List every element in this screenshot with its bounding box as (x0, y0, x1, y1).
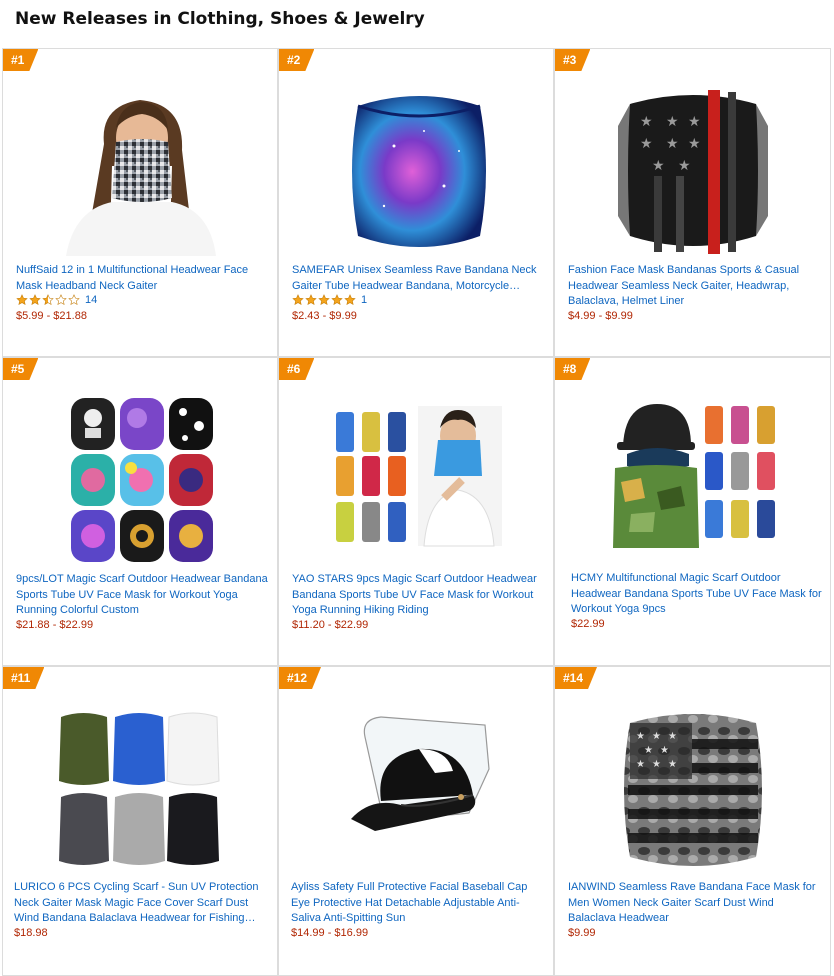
rank-badge: #1 (3, 49, 38, 71)
rank-badge: #6 (279, 358, 314, 380)
star-rating-5 (292, 294, 356, 306)
product-title[interactable]: NuffSaid 12 in 1 Multifunctional Headwea… (16, 263, 268, 294)
svg-text:★: ★ (668, 731, 677, 742)
page-title: New Releases in Clothing, Shoes & Jewelr… (15, 9, 425, 29)
svg-text:★: ★ (688, 135, 701, 151)
product-image[interactable] (334, 406, 502, 556)
rating[interactable]: 1 (292, 294, 367, 306)
product-image[interactable] (344, 86, 494, 256)
product-card[interactable]: #1 NuffSaid 12 in 1 Multifunctional Head… (2, 48, 278, 357)
star-full-icon (29, 294, 41, 306)
product-title[interactable]: 9pcs/LOT Magic Scarf Outdoor Headwear Ba… (16, 572, 268, 619)
product-image[interactable] (67, 396, 217, 564)
star-full-icon (16, 294, 28, 306)
svg-text:★: ★ (668, 759, 677, 770)
svg-text:★: ★ (636, 759, 645, 770)
svg-text:★: ★ (652, 157, 665, 173)
product-card[interactable]: #14 ★ ★ ★ ★ ★ ★ ★ ★ IANWIND Seamless Rave Banda… (554, 666, 831, 976)
svg-text:★: ★ (666, 135, 679, 151)
star-half-icon (42, 294, 54, 306)
product-title[interactable]: SAMEFAR Unisex Seamless Rave Bandana Nec… (292, 263, 544, 294)
rating-count[interactable]: 1 (361, 294, 367, 306)
page: New Releases in Clothing, Shoes & Jewelr… (0, 0, 834, 976)
star-rating-2-5 (16, 294, 80, 306)
star-full-icon (305, 294, 317, 306)
product-title[interactable]: Ayliss Safety Full Protective Facial Bas… (291, 880, 547, 927)
star-full-icon (331, 294, 343, 306)
product-card[interactable]: #5 9pcs/LOT Magic Scarf Outdoor Headwear… (2, 357, 278, 666)
product-title[interactable]: YAO STARS 9pcs Magic Scarf Outdoor Headw… (292, 572, 544, 619)
product-image[interactable]: ★ ★ ★ ★ ★ ★ ★ ★ (618, 705, 768, 873)
product-title[interactable]: IANWIND Seamless Rave Bandana Face Mask … (568, 880, 822, 927)
rank-badge: #11 (3, 667, 44, 689)
star-full-icon (292, 294, 304, 306)
svg-text:★: ★ (666, 113, 679, 129)
rank-badge: #14 (555, 667, 597, 689)
product-price: $9.99 (568, 927, 596, 939)
svg-text:★: ★ (640, 113, 653, 129)
product-card[interactable]: #3 ★ ★ ★ ★ ★ ★ ★ ★ Fashion Face Mask Bandanas S… (554, 48, 831, 357)
product-image[interactable] (611, 402, 779, 552)
product-image[interactable] (60, 86, 220, 256)
product-card[interactable]: #11 LURICO 6 PCS Cycling Scarf - Sun UV … (2, 666, 278, 976)
svg-text:★: ★ (678, 157, 691, 173)
product-image[interactable]: ★★★★★★★★ (618, 86, 768, 256)
rank-badge: #5 (3, 358, 38, 380)
rating-count[interactable]: 14 (85, 294, 97, 306)
svg-text:★: ★ (652, 731, 661, 742)
rank-badge: #8 (555, 358, 590, 380)
product-price: $18.98 (14, 927, 48, 939)
product-card[interactable]: #2 SAMEFAR Unisex Seamless Rave Bandana … (278, 48, 554, 357)
product-card[interactable]: #12 Ayliss Safety Full Protective Facial… (278, 666, 554, 976)
rank-badge: #3 (555, 49, 590, 71)
svg-text:★: ★ (644, 745, 653, 756)
star-full-icon (344, 294, 356, 306)
product-price: $2.43 - $9.99 (292, 310, 357, 322)
star-full-icon (318, 294, 330, 306)
product-card[interactable]: #6 YAO STARS 9pcs Magic Scarf Outdoor He… (278, 357, 554, 666)
svg-text:★: ★ (640, 135, 653, 151)
product-title[interactable]: LURICO 6 PCS Cycling Scarf - Sun UV Prot… (14, 880, 268, 927)
svg-text:★: ★ (636, 731, 645, 742)
product-title[interactable]: Fashion Face Mask Bandanas Sports & Casu… (568, 263, 820, 310)
product-price: $11.20 - $22.99 (292, 619, 369, 631)
product-price: $14.99 - $16.99 (291, 927, 369, 939)
svg-text:★: ★ (688, 113, 701, 129)
product-image[interactable] (341, 709, 491, 859)
product-price: $21.88 - $22.99 (16, 619, 94, 631)
product-image[interactable] (55, 709, 225, 869)
product-card[interactable]: #8 HCMY Multifunctional Magic Scarf Outd… (554, 357, 831, 666)
rank-badge: #2 (279, 49, 314, 71)
product-price: $4.99 - $9.99 (568, 310, 633, 322)
rating[interactable]: 14 (16, 294, 97, 306)
product-title[interactable]: HCMY Multifunctional Magic Scarf Outdoor… (571, 571, 823, 618)
rank-badge: #12 (279, 667, 321, 689)
svg-text:★: ★ (660, 745, 669, 756)
product-price: $22.99 (571, 618, 605, 630)
star-empty-icon (68, 294, 80, 306)
star-empty-icon (55, 294, 67, 306)
product-price: $5.99 - $21.88 (16, 310, 87, 322)
svg-text:★: ★ (652, 759, 661, 770)
